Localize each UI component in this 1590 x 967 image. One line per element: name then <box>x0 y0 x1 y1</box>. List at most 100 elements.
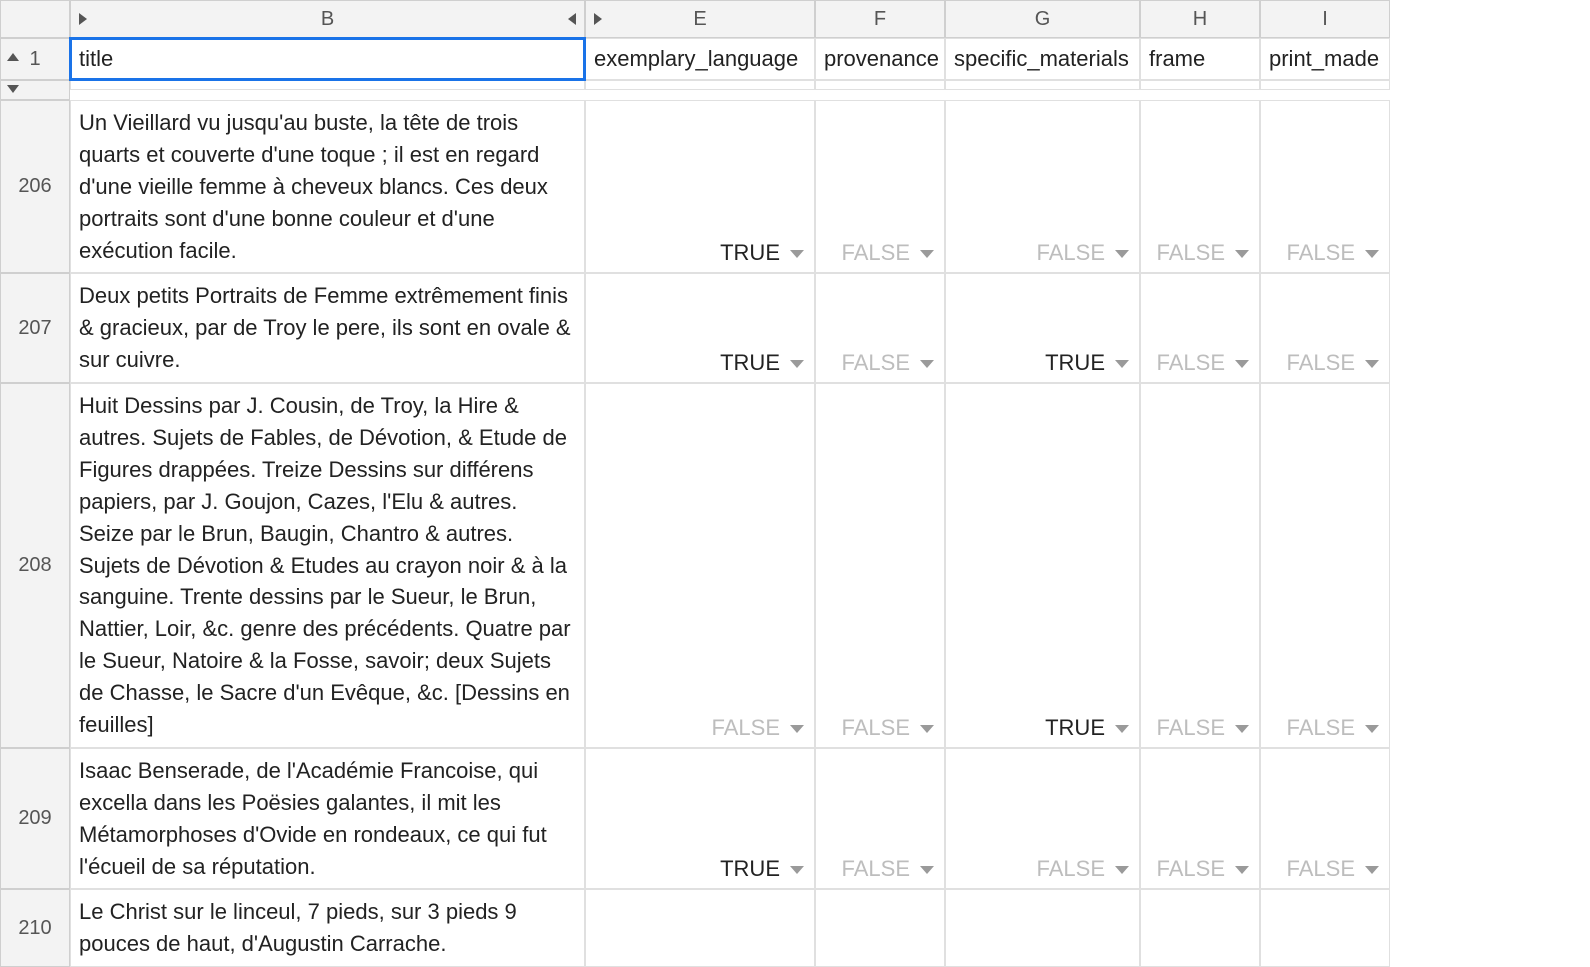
cell-E210[interactable] <box>585 889 815 967</box>
cell-B209[interactable]: Isaac Benserade, de l'Académie Francoise… <box>70 748 585 890</box>
gap <box>1140 80 1260 90</box>
cell-value: FALSE <box>592 715 804 741</box>
expand-right-icon[interactable] <box>79 13 87 25</box>
dropdown-icon[interactable] <box>920 725 934 733</box>
cell-F208[interactable]: FALSE <box>815 383 945 748</box>
cell-F1[interactable]: provenance <box>815 38 945 80</box>
row-header-207[interactable]: 207 <box>0 273 70 383</box>
gap <box>815 80 945 90</box>
cell-value: specific_materials <box>954 46 1129 72</box>
cell-value: Huit Dessins par J. Cousin, de Troy, la … <box>79 390 576 741</box>
cell-I208[interactable]: FALSE <box>1260 383 1390 748</box>
cell-value: Deux petits Portraits de Femme extrêmeme… <box>79 280 576 376</box>
cell-B1-selected[interactable]: title <box>70 38 585 80</box>
cell-G207[interactable]: TRUE <box>945 273 1140 383</box>
cell-value: TRUE <box>952 350 1129 376</box>
cell-F210[interactable] <box>815 889 945 967</box>
cell-E206[interactable]: TRUE <box>585 100 815 273</box>
dropdown-icon[interactable] <box>1235 866 1249 874</box>
collapse-up-icon[interactable] <box>7 53 19 61</box>
dropdown-icon[interactable] <box>790 250 804 258</box>
row-header-1[interactable]: 1 <box>0 38 70 80</box>
cell-I209[interactable]: FALSE <box>1260 748 1390 890</box>
cell-value: FALSE <box>822 240 934 266</box>
cell-E207[interactable]: TRUE <box>585 273 815 383</box>
dropdown-icon[interactable] <box>1235 250 1249 258</box>
col-header-I[interactable]: I <box>1260 0 1390 38</box>
cell-value: FALSE <box>1147 240 1249 266</box>
cell-value: print_made <box>1269 46 1379 72</box>
dropdown-icon[interactable] <box>1365 360 1379 368</box>
dropdown-icon[interactable] <box>790 866 804 874</box>
expand-left-icon[interactable] <box>568 13 576 25</box>
row-header-210[interactable]: 210 <box>0 889 70 967</box>
dropdown-icon[interactable] <box>1115 360 1129 368</box>
cell-G210[interactable] <box>945 889 1140 967</box>
dropdown-icon[interactable] <box>790 725 804 733</box>
cell-B210[interactable]: Le Christ sur le linceul, 7 pieds, sur 3… <box>70 889 585 967</box>
col-header-F[interactable]: F <box>815 0 945 38</box>
cell-E208[interactable]: FALSE <box>585 383 815 748</box>
cell-H206[interactable]: FALSE <box>1140 100 1260 273</box>
row-header-208[interactable]: 208 <box>0 383 70 748</box>
cell-value: title <box>79 46 113 72</box>
col-header-H[interactable]: H <box>1140 0 1260 38</box>
row-number: 210 <box>18 917 51 940</box>
row-header-206[interactable]: 206 <box>0 100 70 273</box>
dropdown-icon[interactable] <box>1365 250 1379 258</box>
cell-value: Le Christ sur le linceul, 7 pieds, sur 3… <box>79 896 576 960</box>
cell-I206[interactable]: FALSE <box>1260 100 1390 273</box>
dropdown-icon[interactable] <box>1235 360 1249 368</box>
row-header-209[interactable]: 209 <box>0 748 70 890</box>
cell-value: FALSE <box>1267 240 1379 266</box>
cell-H208[interactable]: FALSE <box>1140 383 1260 748</box>
cell-value: Isaac Benserade, de l'Académie Francoise… <box>79 755 576 883</box>
gap <box>945 80 1140 90</box>
cell-F206[interactable]: FALSE <box>815 100 945 273</box>
cell-E209[interactable]: TRUE <box>585 748 815 890</box>
expand-down-icon[interactable] <box>7 85 19 93</box>
gap <box>1260 80 1390 90</box>
col-header-G[interactable]: G <box>945 0 1140 38</box>
cell-G1[interactable]: specific_materials <box>945 38 1140 80</box>
dropdown-icon[interactable] <box>1235 725 1249 733</box>
select-all-corner[interactable] <box>0 0 70 38</box>
cell-B206[interactable]: Un Vieillard vu jusqu'au buste, la tête … <box>70 100 585 273</box>
cell-H209[interactable]: FALSE <box>1140 748 1260 890</box>
row-number: 209 <box>18 807 51 830</box>
dropdown-icon[interactable] <box>920 250 934 258</box>
cell-value: FALSE <box>822 350 934 376</box>
col-header-E[interactable]: E <box>585 0 815 38</box>
dropdown-icon[interactable] <box>920 360 934 368</box>
col-header-B[interactable]: B <box>70 0 585 38</box>
cell-E1[interactable]: exemplary_language <box>585 38 815 80</box>
cell-H210[interactable] <box>1140 889 1260 967</box>
cell-F209[interactable]: FALSE <box>815 748 945 890</box>
cell-B207[interactable]: Deux petits Portraits de Femme extrêmeme… <box>70 273 585 383</box>
row-number: 207 <box>18 317 51 340</box>
cell-I1[interactable]: print_made <box>1260 38 1390 80</box>
cell-G206[interactable]: FALSE <box>945 100 1140 273</box>
dropdown-icon[interactable] <box>1115 250 1129 258</box>
cell-H1[interactable]: frame <box>1140 38 1260 80</box>
cell-I210[interactable] <box>1260 889 1390 967</box>
dropdown-icon[interactable] <box>1365 725 1379 733</box>
cell-H207[interactable]: FALSE <box>1140 273 1260 383</box>
cell-B208[interactable]: Huit Dessins par J. Cousin, de Troy, la … <box>70 383 585 748</box>
dropdown-icon[interactable] <box>1115 866 1129 874</box>
col-header-label: I <box>1322 8 1328 31</box>
col-header-label: G <box>1035 8 1051 31</box>
dropdown-icon[interactable] <box>920 866 934 874</box>
dropdown-icon[interactable] <box>790 360 804 368</box>
cell-G208[interactable]: TRUE <box>945 383 1140 748</box>
cell-value: FALSE <box>1267 715 1379 741</box>
dropdown-icon[interactable] <box>1365 866 1379 874</box>
spreadsheet-grid[interactable]: B E F G H I 1 title exemplary_language p… <box>0 0 1590 967</box>
cell-G209[interactable]: FALSE <box>945 748 1140 890</box>
expand-right-icon[interactable] <box>594 13 602 25</box>
cell-I207[interactable]: FALSE <box>1260 273 1390 383</box>
cell-value: FALSE <box>952 856 1129 882</box>
hidden-rows-indicator[interactable] <box>0 80 70 100</box>
dropdown-icon[interactable] <box>1115 725 1129 733</box>
cell-F207[interactable]: FALSE <box>815 273 945 383</box>
